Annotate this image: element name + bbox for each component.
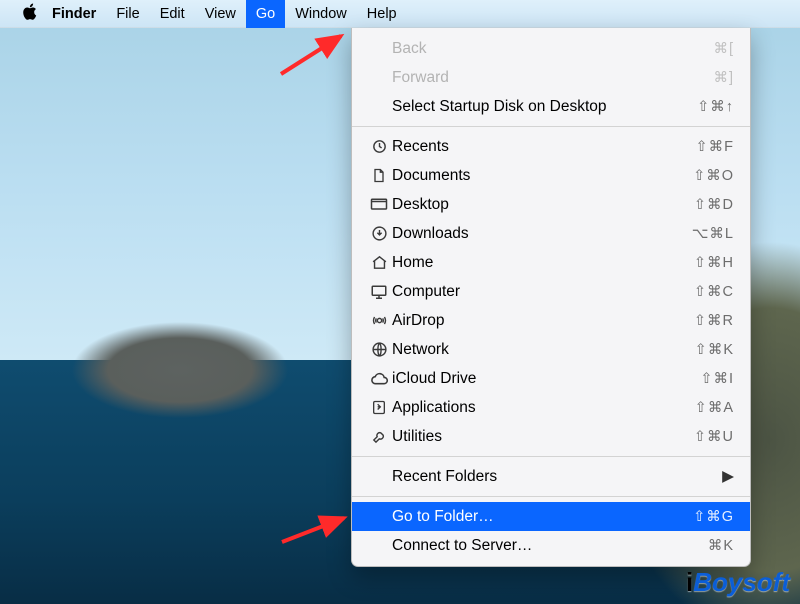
menu-item-computer[interactable]: Computer ⇧⌘C [352,277,750,306]
menu-item-shortcut: ⇧⌘H [694,255,734,271]
computer-icon [366,284,392,299]
menu-item-home[interactable]: Home ⇧⌘H [352,248,750,277]
utilities-icon [366,428,392,445]
menu-item-utilities[interactable]: Utilities ⇧⌘U [352,422,750,451]
menu-item-shortcut: ⇧⌘A [695,400,734,416]
menubar-item-view[interactable]: View [195,0,246,28]
menu-item-label: Connect to Server… [392,537,708,555]
menu-item-label: Utilities [392,428,694,446]
menu-item-shortcut: ⇧⌘C [694,284,734,300]
menu-item-go-to-folder[interactable]: Go to Folder… ⇧⌘G [352,502,750,531]
applications-icon [366,399,392,416]
menubar-item-finder[interactable]: Finder [42,0,106,28]
annotation-arrow-bottom [278,500,358,555]
menu-item-shortcut: ⌘] [713,70,734,86]
annotation-arrow-top [275,30,355,85]
menu-item-label: Computer [392,283,694,301]
menu-item-label: Recent Folders [392,468,718,486]
menu-item-shortcut: ⇧⌘↑ [697,99,734,115]
menu-item-shortcut: ⇧⌘D [694,197,734,213]
menu-item-recent-folders[interactable]: Recent Folders ▶ [352,462,750,491]
menubar-item-edit[interactable]: Edit [150,0,195,28]
menu-item-shortcut: ⌘[ [713,41,734,57]
airdrop-icon [366,312,392,329]
menu-item-applications[interactable]: Applications ⇧⌘A [352,393,750,422]
menu-item-shortcut: ⇧⌘K [695,342,734,358]
submenu-arrow-icon: ▶ [718,467,734,486]
menu-separator [352,496,750,497]
menubar-item-go[interactable]: Go [246,0,285,28]
menu-item-shortcut: ⇧⌘F [695,139,734,155]
menu-item-label: iCloud Drive [392,370,700,388]
menu-item-icloud[interactable]: iCloud Drive ⇧⌘I [352,364,750,393]
menu-item-forward: Forward ⌘] [352,63,750,92]
downloads-icon [366,225,392,242]
menu-item-label: Select Startup Disk on Desktop [392,98,697,116]
menu-item-shortcut: ⇧⌘G [693,509,734,525]
home-icon [366,254,392,271]
menu-item-downloads[interactable]: Downloads ⌥⌘L [352,219,750,248]
apple-icon [23,3,38,24]
watermark: iBoysoft [686,567,790,598]
desktop-icon [366,197,392,212]
menu-item-label: Home [392,254,694,272]
menu-item-shortcut: ⇧⌘U [694,429,734,445]
menubar-item-help[interactable]: Help [357,0,407,28]
recents-icon [366,138,392,155]
menubar-item-file[interactable]: File [106,0,149,28]
menu-item-documents[interactable]: Documents ⇧⌘O [352,161,750,190]
menu-item-shortcut: ⇧⌘R [694,313,734,329]
icloud-icon [366,372,392,386]
menu-item-connect-to-server[interactable]: Connect to Server… ⌘K [352,531,750,560]
menu-item-shortcut: ⇧⌘O [693,168,734,184]
menubar: Finder File Edit View Go Window Help [0,0,800,28]
watermark-text: Boysoft [693,567,790,597]
menu-item-airdrop[interactable]: AirDrop ⇧⌘R [352,306,750,335]
menu-item-label: Desktop [392,196,694,214]
menubar-item-window[interactable]: Window [285,0,357,28]
apple-menu[interactable] [18,3,42,24]
menu-separator [352,126,750,127]
menu-item-label: Applications [392,399,695,417]
menu-item-label: Go to Folder… [392,508,693,526]
network-icon [366,341,392,358]
menu-item-back: Back ⌘[ [352,34,750,63]
menu-item-label: Recents [392,138,695,156]
menu-item-shortcut: ⌘K [708,538,734,554]
menu-item-desktop[interactable]: Desktop ⇧⌘D [352,190,750,219]
menu-item-label: Network [392,341,695,359]
menu-item-label: Documents [392,167,693,185]
menu-item-shortcut: ⌥⌘L [692,226,734,242]
go-menu: Back ⌘[ Forward ⌘] Select Startup Disk o… [351,28,751,567]
menu-item-shortcut: ⇧⌘I [700,371,734,387]
menu-item-network[interactable]: Network ⇧⌘K [352,335,750,364]
desktop-wallpaper: Finder File Edit View Go Window Help Bac… [0,0,800,604]
documents-icon [366,167,392,184]
menu-item-recents[interactable]: Recents ⇧⌘F [352,132,750,161]
menu-item-select-startup[interactable]: Select Startup Disk on Desktop ⇧⌘↑ [352,92,750,121]
menu-item-label: AirDrop [392,312,694,330]
menu-item-label: Back [392,40,713,58]
menu-item-label: Forward [392,69,713,87]
menu-separator [352,456,750,457]
menu-item-label: Downloads [392,225,692,243]
